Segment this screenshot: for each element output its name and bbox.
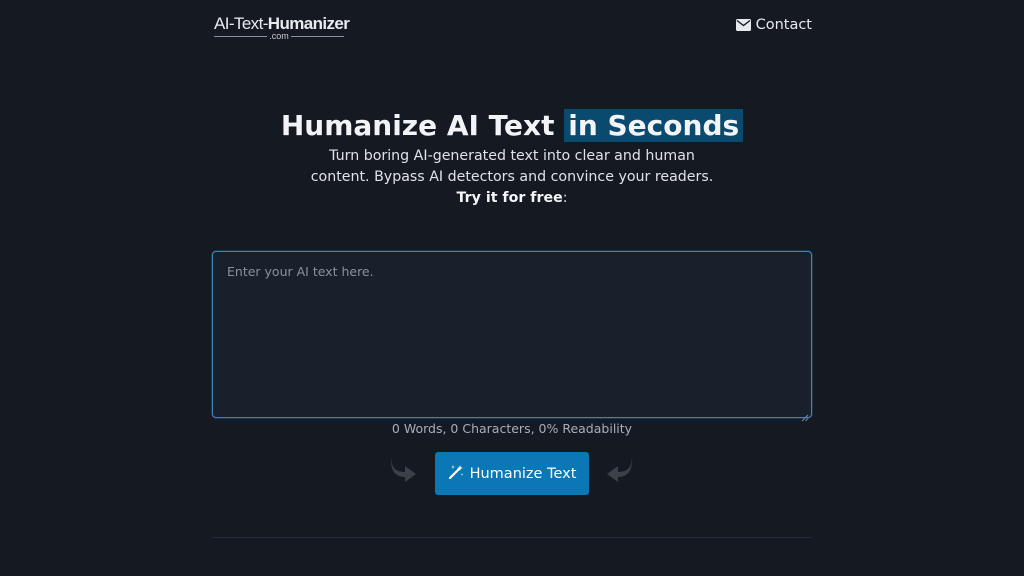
- envelope-icon: [735, 19, 751, 31]
- humanize-button[interactable]: Humanize Text: [435, 452, 589, 495]
- text-stats: 0 Words, 0 Characters, 0% Readability: [391, 421, 633, 436]
- page-title: Humanize AI Text in Seconds: [0, 108, 1024, 144]
- subtitle-line-2: content. Bypass AI detectors and convinc…: [310, 169, 714, 185]
- section-divider: [212, 537, 812, 538]
- try-free-suffix: :: [562, 190, 568, 206]
- try-free-label: Try it for free: [456, 190, 563, 206]
- logo-domain: .com: [214, 31, 344, 41]
- page-title-main: Humanize AI Text: [280, 109, 555, 142]
- magic-wand-icon: [448, 464, 464, 484]
- ai-text-input[interactable]: [213, 252, 811, 417]
- curved-arrow-right-icon: [388, 452, 418, 482]
- curved-arrow-left-icon: [605, 452, 635, 482]
- subtitle-line-3: Try it for free:: [0, 188, 1024, 209]
- contact-label: Contact: [755, 17, 812, 33]
- site-logo[interactable]: AI-Text-Humanizer .com: [214, 14, 350, 42]
- humanize-button-label: Humanize Text: [469, 465, 577, 482]
- logo-domain-text: .com: [267, 31, 291, 41]
- subtitle-line-1: Turn boring AI-generated text into clear…: [329, 148, 695, 164]
- resize-handle-icon[interactable]: [801, 407, 809, 422]
- page-subtitle: Turn boring AI-generated text into clear…: [0, 146, 1024, 209]
- contact-link[interactable]: Contact: [735, 17, 812, 33]
- ai-text-editor: [212, 251, 812, 422]
- page-title-highlight: in Seconds: [564, 109, 744, 142]
